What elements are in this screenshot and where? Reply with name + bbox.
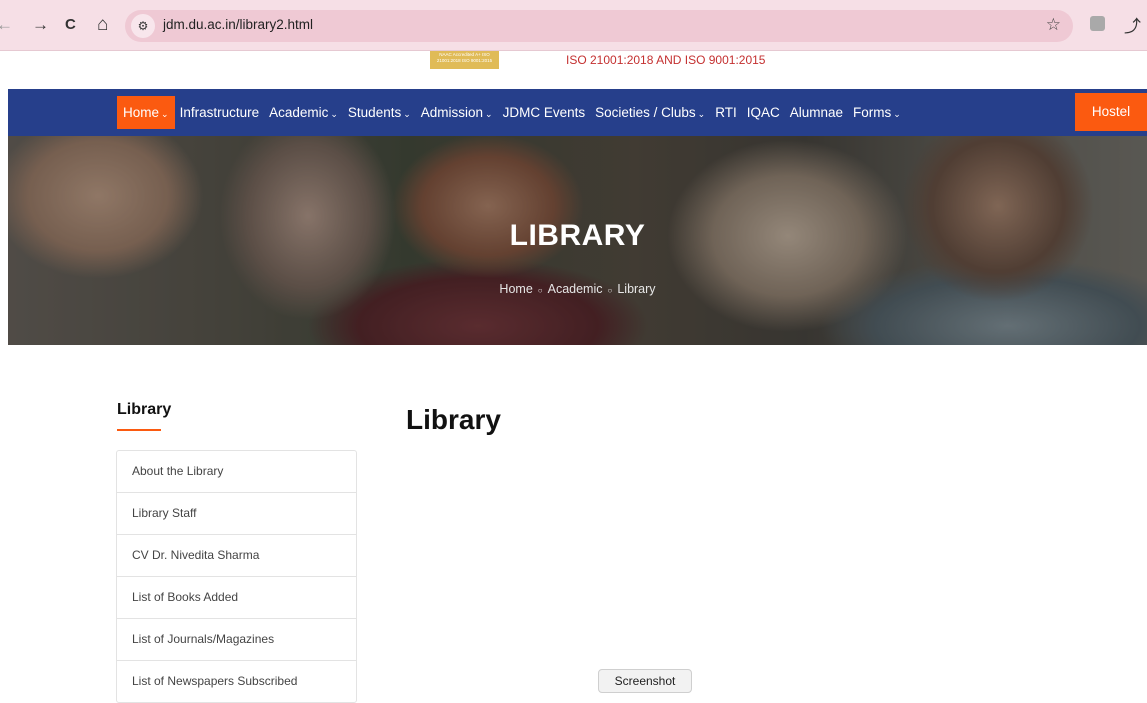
sidebar-item-journals[interactable]: List of Journals/Magazines [117,619,356,661]
breadcrumb: Home ○ Academic ○ Library [8,282,1147,296]
sidebar-item-library-staff[interactable]: Library Staff [117,493,356,535]
hostel-button[interactable]: Hostel [1075,93,1147,131]
sidebar-title-underline [117,429,161,431]
nav-item-jdmc-events[interactable]: JDMC Events [498,96,591,129]
nav-item-forms[interactable]: Forms ⌄ [848,96,906,129]
reload-icon[interactable]: C [65,13,76,37]
nav-item-admission[interactable]: Admission ⌄ [416,96,498,129]
nav-item-alumnae[interactable]: Alumnae [785,96,848,129]
nav-item-academic[interactable]: Academic ⌄ [264,96,343,129]
iso-certification-text: ISO 21001:2018 AND ISO 9001:2015 [566,53,766,67]
extensions-puzzle-icon[interactable]: ⤴ [1124,12,1141,37]
sidebar-title: Library [117,401,172,418]
breadcrumb-separator-icon: ○ [537,286,543,295]
main-navigation: Home ⌄ Infrastructure Academic ⌄ Students ⌄… [8,89,1147,136]
home-icon[interactable]: ⌂ [97,13,108,37]
chevron-down-icon: ⌄ [893,109,901,119]
sidebar-menu: About the Library Library Staff CV Dr. N… [116,450,357,703]
breadcrumb-home[interactable]: Home [499,282,532,296]
hero-title: LIBRARY [509,219,646,252]
nav-item-rti[interactable]: RTI [710,96,742,129]
sidebar-item-about-library[interactable]: About the Library [117,451,356,493]
page-title: Library [406,404,501,435]
browser-toolbar: ← → C ⌂ ⚙ jdm.du.ac.in/library2.html ☆ ⤴ [0,0,1147,51]
url-text[interactable]: jdm.du.ac.in/library2.html [163,17,313,32]
site-info-icon[interactable]: ⚙ [131,14,155,38]
chevron-down-icon: ⌄ [330,109,338,119]
sidebar-item-cv[interactable]: CV Dr. Nivedita Sharma [117,535,356,577]
hero-banner: LIBRARY Home ○ Academic ○ Library [8,136,1147,345]
nav-item-infrastructure[interactable]: Infrastructure [175,96,265,129]
naac-badge: NAAC Accredited A+ ISO 21001:2018 ISO 90… [430,51,499,69]
chevron-down-icon: ⌄ [485,109,493,119]
forward-icon[interactable]: → [32,13,49,37]
screenshot-tooltip[interactable]: Screenshot [598,669,692,693]
sidebar-item-newspapers[interactable]: List of Newspapers Subscribed [117,661,356,702]
breadcrumb-library: Library [617,282,656,296]
nav-item-societies-clubs[interactable]: Societies / Clubs ⌄ [590,96,710,129]
extension-icon[interactable] [1090,16,1105,31]
chevron-down-icon: ⌄ [697,109,706,119]
nav-item-iqac[interactable]: IQAC [742,96,785,129]
chevron-down-icon: ⌄ [403,109,411,119]
menu-bar: Home ⌄ Infrastructure Academic ⌄ Students ⌄… [117,96,906,129]
breadcrumb-separator-icon: ○ [607,286,613,295]
sidebar-item-books-added[interactable]: List of Books Added [117,577,356,619]
bookmark-star-icon[interactable]: ☆ [1046,15,1061,35]
nav-item-home[interactable]: Home ⌄ [117,96,175,129]
nav-item-students[interactable]: Students ⌄ [343,96,416,129]
chevron-down-icon: ⌄ [161,109,169,119]
breadcrumb-academic[interactable]: Academic [548,282,603,296]
back-icon[interactable]: ← [0,13,13,37]
address-bar[interactable]: ⚙ jdm.du.ac.in/library2.html ☆ [125,10,1073,42]
